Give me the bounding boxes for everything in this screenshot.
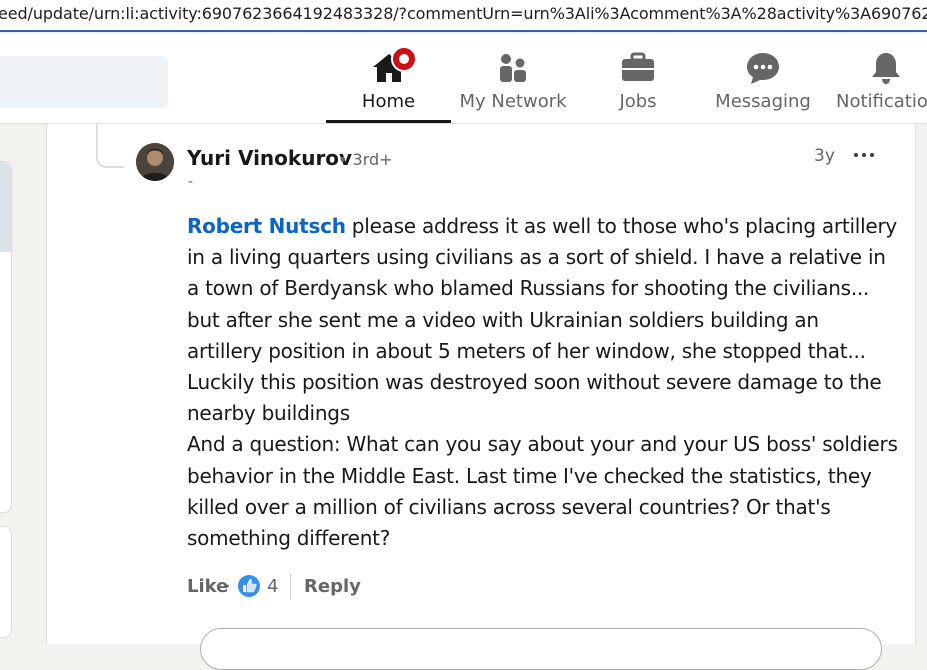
comment-text-part1: please address it as well to those who's… bbox=[187, 214, 898, 426]
comment-timestamp: 3y bbox=[814, 146, 835, 166]
nav-my-network-label: My Network bbox=[459, 91, 567, 112]
sidebar-card bbox=[0, 526, 12, 638]
nav-jobs[interactable]: Jobs bbox=[598, 46, 678, 123]
briefcase-icon bbox=[620, 50, 656, 86]
thread-connector bbox=[96, 124, 124, 168]
comment-author[interactable]: Yuri Vinokurov bbox=[187, 146, 352, 170]
reply-button[interactable]: Reply bbox=[304, 576, 361, 597]
url-text: eed/update/urn:li:activity:6907623664192… bbox=[0, 4, 927, 23]
bell-icon bbox=[868, 50, 904, 86]
reaction-count[interactable]: 4 bbox=[267, 576, 278, 597]
comment-body: Robert Nutsch please address it as well … bbox=[187, 211, 899, 554]
author-headline: - bbox=[188, 174, 194, 190]
network-icon bbox=[495, 50, 531, 86]
thumbs-up-icon[interactable] bbox=[237, 574, 261, 598]
active-indicator bbox=[326, 120, 451, 123]
nav-notifications-label: Notifications bbox=[836, 91, 927, 112]
nav-home-label: Home bbox=[361, 91, 416, 112]
nav-home[interactable]: Home bbox=[326, 46, 451, 123]
nav-notifications[interactable]: Notifications bbox=[836, 46, 927, 123]
nav-messaging[interactable]: Messaging bbox=[710, 46, 816, 123]
like-button[interactable]: Like bbox=[187, 576, 228, 597]
nav-messaging-label: Messaging bbox=[715, 91, 811, 112]
more-options-button[interactable] bbox=[850, 143, 878, 167]
address-bar[interactable]: eed/update/urn:li:activity:6907623664192… bbox=[0, 0, 927, 32]
search-input[interactable] bbox=[0, 56, 168, 108]
top-nav: Home My Network Jobs Messaging Notificat… bbox=[0, 34, 927, 124]
action-divider bbox=[290, 574, 291, 600]
next-comment-box[interactable] bbox=[200, 628, 882, 670]
comment-text-part2: And a question: What can you say about y… bbox=[187, 432, 898, 551]
profile-card bbox=[0, 161, 12, 513]
notification-badge bbox=[390, 46, 417, 72]
nav-jobs-label: Jobs bbox=[619, 91, 657, 112]
connection-degree: • 3rd+ bbox=[338, 150, 393, 169]
more-icon bbox=[854, 153, 858, 157]
nav-my-network[interactable]: My Network bbox=[458, 46, 568, 123]
separator-dot: · bbox=[225, 576, 231, 597]
mention-link[interactable]: Robert Nutsch bbox=[187, 214, 346, 238]
home-icon bbox=[371, 46, 417, 86]
avatar[interactable] bbox=[136, 143, 174, 181]
messaging-icon bbox=[745, 50, 781, 86]
